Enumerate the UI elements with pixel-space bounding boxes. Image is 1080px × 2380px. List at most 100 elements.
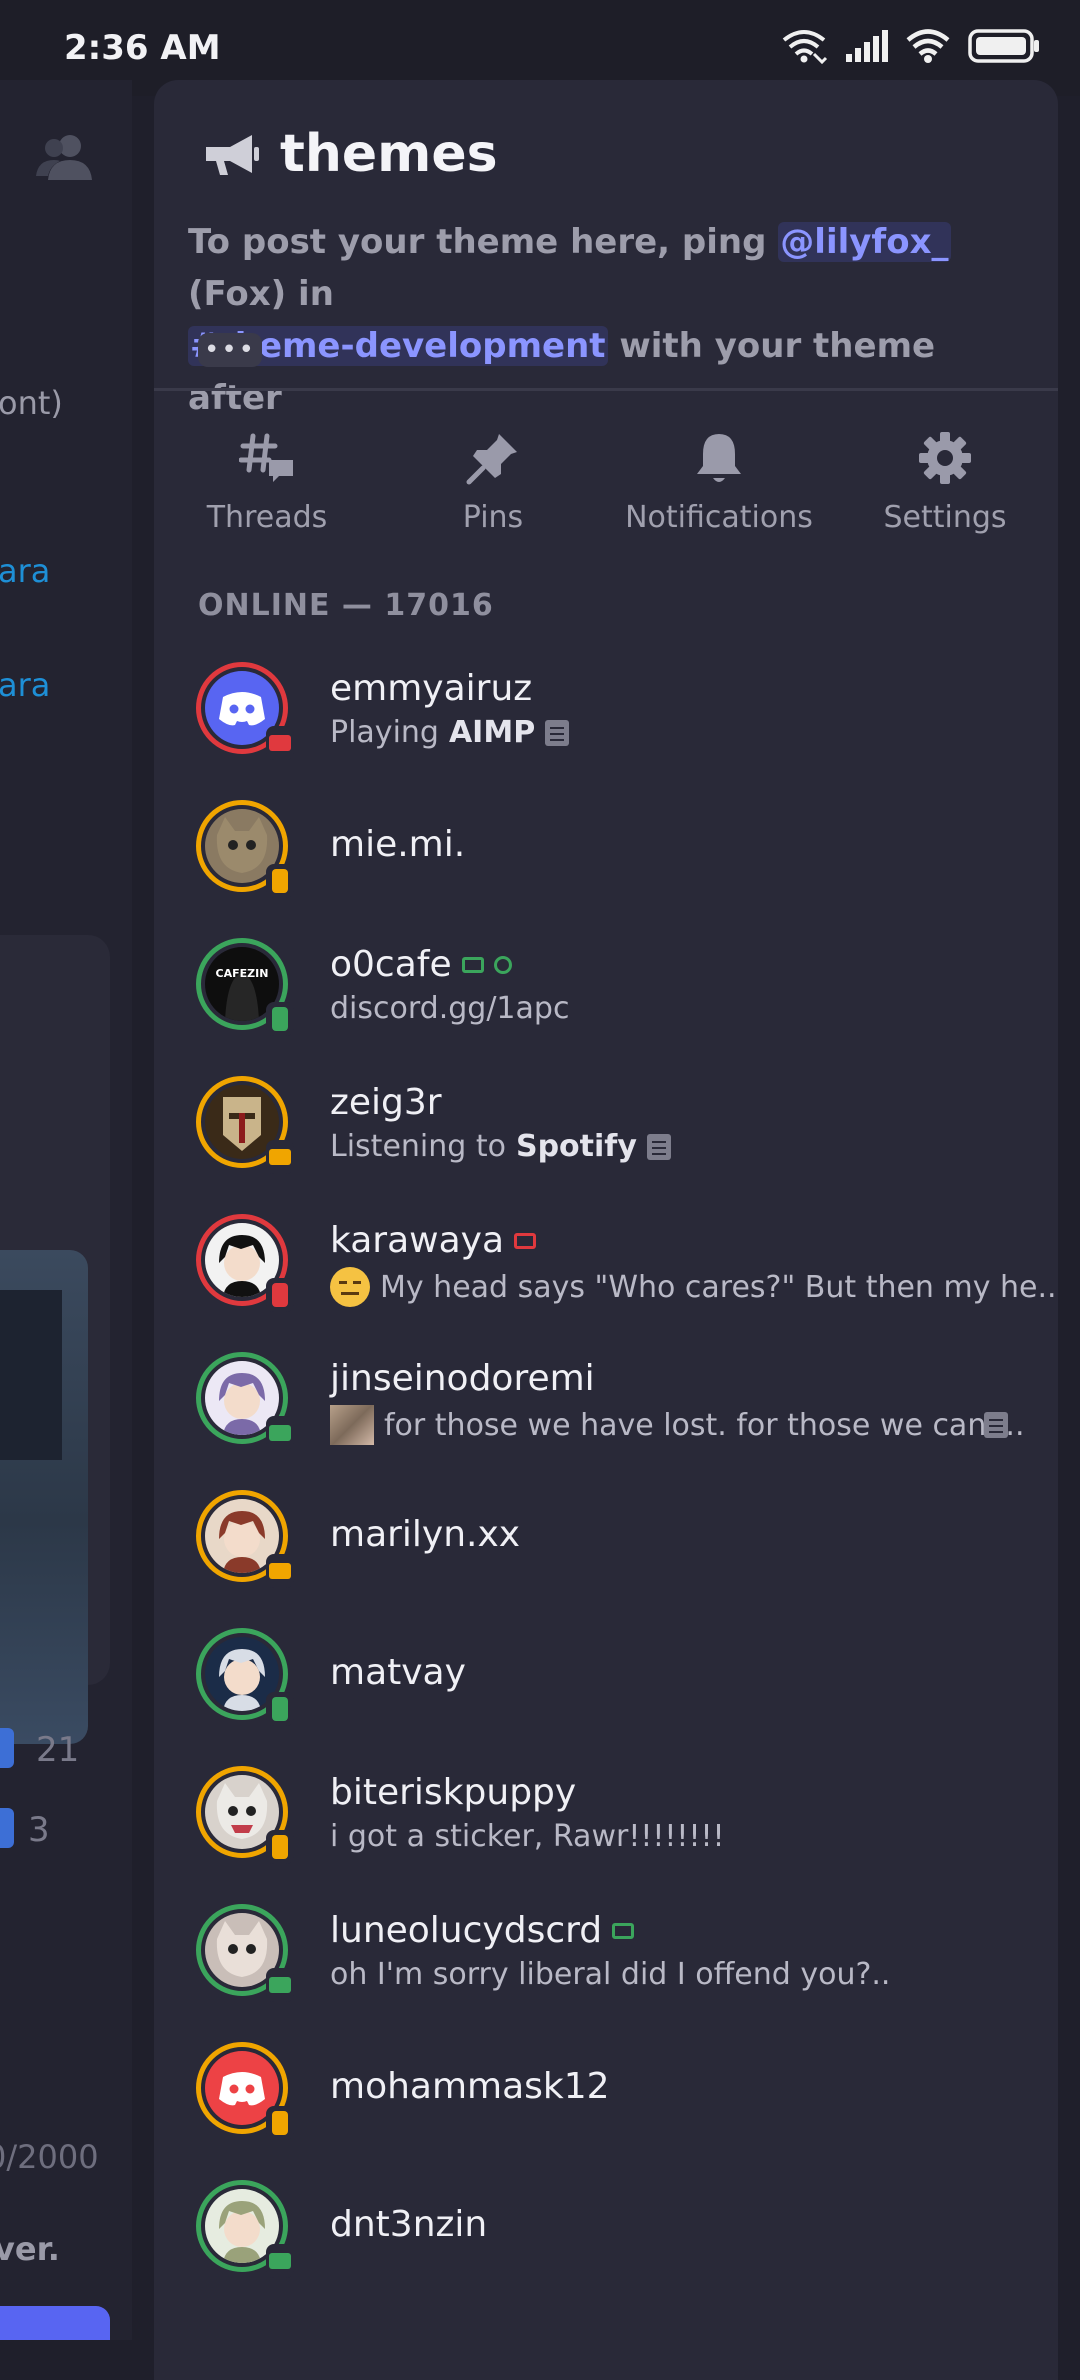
rich-presence-icon: [984, 1412, 1008, 1438]
member-status: i got a sticker, Rawr!!!!!!!!: [330, 1819, 725, 1854]
avatar[interactable]: [196, 1766, 294, 1864]
rich-presence-icon: [646, 1133, 671, 1160]
pins-label: Pins: [462, 500, 524, 535]
channel-topic[interactable]: To post your theme here, ping @lilyfox_ …: [188, 216, 1028, 424]
member-username: marilyn.xx: [330, 1514, 521, 1555]
member-name: marilyn.xx: [330, 1514, 520, 1555]
threads-button[interactable]: Threads: [154, 410, 380, 535]
channel-info-drawer: themes To post your theme here, ping @li…: [154, 80, 1058, 2380]
member-row[interactable]: biteriskpuppy i got a sticker, Rawr!!!!!!…: [154, 1766, 1058, 1904]
background-link: ara: [0, 552, 51, 590]
pins-button[interactable]: Pins: [380, 410, 606, 535]
svg-text:CAFEZIN: CAFEZIN: [216, 967, 269, 980]
member-row[interactable]: luneolucydscrd oh I'm sorry liberal did I…: [154, 1904, 1058, 2042]
notifications-button[interactable]: Notifications: [606, 410, 832, 535]
member-username: mohammask12: [330, 2066, 610, 2107]
member-text: dnt3nzin: [330, 2204, 487, 2245]
member-row[interactable]: mie.mi.: [154, 800, 1058, 938]
member-status: My head says "Who cares?" But then my he…: [330, 1267, 1058, 1307]
status-text: for those we have lost. for those we can…: [384, 1407, 1025, 1443]
background-preview-dark: [0, 1290, 62, 1460]
avatar[interactable]: [196, 1352, 294, 1450]
mobile-icon: [266, 1002, 294, 1036]
background-channel-panel: ont) ara ara 21 3 0/2000 ver.: [0, 80, 132, 2340]
avatar[interactable]: [196, 2180, 294, 2278]
avatar[interactable]: [196, 1214, 294, 1312]
status-time: 2:36 AM: [64, 28, 221, 68]
member-text: emmyairuz Playing AIMP: [330, 668, 570, 750]
member-username: jinseinodoremi: [330, 1358, 595, 1399]
threads-label: Threads: [206, 500, 328, 535]
member-username: luneolucydscrd: [330, 1910, 603, 1951]
member-username: matvay: [330, 1652, 466, 1693]
avatar[interactable]: [196, 1490, 294, 1588]
member-name: matvay: [330, 1652, 466, 1693]
expressionless-emoji-icon: [330, 1267, 370, 1307]
member-username: dnt3nzin: [330, 2204, 488, 2245]
topic-more-button[interactable]: •••: [198, 333, 262, 367]
avatar[interactable]: [196, 2042, 294, 2140]
desktop-icon: [514, 1232, 537, 1249]
status-text: i got a sticker, Rawr!!!!!!!!: [330, 1819, 725, 1854]
member-username: biteriskpuppy: [330, 1772, 577, 1813]
member-username: karawaya: [330, 1220, 505, 1261]
member-text: matvay: [330, 1652, 466, 1693]
member-name: luneolucydscrd: [330, 1910, 890, 1951]
member-status: discord.gg/1apc: [330, 991, 569, 1026]
avatar[interactable]: [196, 1628, 294, 1726]
member-name: mohammask12: [330, 2066, 610, 2107]
mobile-icon: [266, 1830, 294, 1864]
member-row[interactable]: CAFEZIN o0cafe discord.gg/1apc: [154, 938, 1058, 1076]
member-list-icon[interactable]: [36, 132, 92, 182]
globe-icon: [493, 955, 512, 974]
char-counter: 0/2000: [0, 2138, 99, 2176]
member-row[interactable]: mohammask12: [154, 2042, 1058, 2180]
avatar[interactable]: CAFEZIN: [196, 938, 294, 1036]
member-username: zeig3r: [330, 1082, 442, 1123]
pin-icon: [466, 434, 517, 485]
desktop-icon: [266, 2244, 294, 2278]
member-text: o0cafe discord.gg/1apc: [330, 944, 569, 1026]
member-row[interactable]: emmyairuz Playing AIMP: [154, 662, 1058, 800]
reaction-bar: [0, 1808, 14, 1848]
user-mention[interactable]: @lilyfox_: [778, 222, 951, 262]
member-name: zeig3r: [330, 1082, 671, 1123]
settings-button[interactable]: Settings: [832, 410, 1058, 535]
status-activity: AIMP: [448, 715, 536, 750]
avatar[interactable]: [196, 1076, 294, 1174]
member-name: emmyairuz: [330, 668, 569, 709]
avatar[interactable]: [196, 1904, 294, 2002]
background-text: ont): [0, 384, 63, 422]
mobile-icon: [266, 1278, 294, 1312]
activity-image: [330, 1405, 374, 1445]
member-row[interactable]: dnt3nzin: [154, 2180, 1058, 2318]
member-row[interactable]: zeig3r Listening to Spotify: [154, 1076, 1058, 1214]
status-text: oh I'm sorry liberal did I offend you?..: [330, 1957, 891, 1992]
member-row[interactable]: marilyn.xx: [154, 1490, 1058, 1628]
desktop-icon: [612, 1922, 635, 1939]
mobile-icon: [266, 864, 294, 898]
status-activity: Spotify: [515, 1129, 637, 1164]
background-submit-button[interactable]: [0, 2306, 110, 2340]
member-row[interactable]: karawaya My head says "Who cares?" But th…: [154, 1214, 1058, 1352]
member-row[interactable]: jinseinodoremi for those we have lost. fo…: [154, 1352, 1058, 1490]
background-text: ver.: [0, 2230, 60, 2268]
reaction-count: 21: [36, 1730, 80, 1770]
signal-icon: [846, 30, 888, 62]
member-text: jinseinodoremi for those we have lost. fo…: [330, 1358, 1024, 1445]
status-text: Listening to: [330, 1129, 506, 1164]
member-status: Playing AIMP: [330, 715, 570, 750]
member-text: luneolucydscrd oh I'm sorry liberal did I…: [330, 1910, 890, 1992]
member-row[interactable]: matvay: [154, 1628, 1058, 1766]
mobile-icon: [266, 1692, 294, 1726]
avatar[interactable]: [196, 662, 294, 760]
desktop-icon: [266, 1554, 294, 1588]
member-text: mie.mi.: [330, 824, 465, 865]
rich-presence-icon: [545, 719, 570, 746]
member-text: mohammask12: [330, 2066, 610, 2107]
battery-icon: [968, 29, 1039, 63]
desktop-icon: [461, 956, 484, 973]
mobile-icon: [266, 2106, 294, 2140]
avatar[interactable]: [196, 800, 294, 898]
member-name: karawaya: [330, 1220, 1058, 1261]
